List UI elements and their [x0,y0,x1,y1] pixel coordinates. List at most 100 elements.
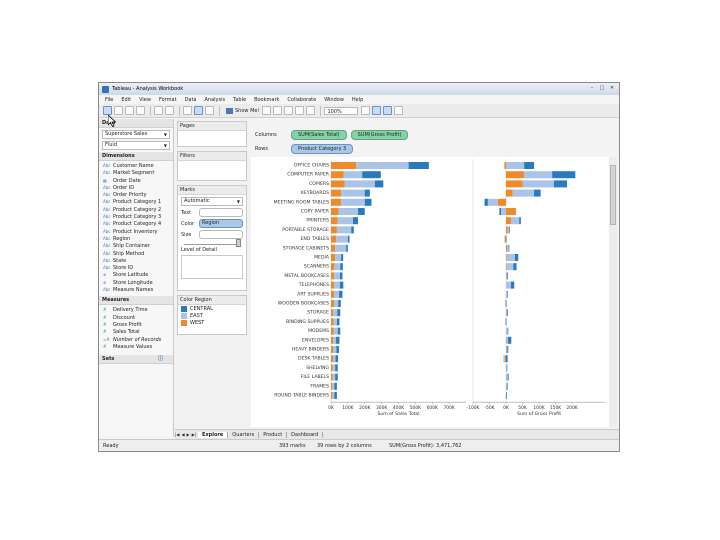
dimension-field[interactable]: Abc Region [103,235,169,242]
level-of-detail-drop-target[interactable] [181,255,243,279]
measure-field[interactable]: # Sales Total [103,328,169,335]
next-sheet-icon[interactable]: ▶ [187,432,190,437]
dimension-field[interactable]: ▦ Order Date [103,177,169,184]
rows-shelf[interactable]: Rows Product Category 3 [251,143,617,154]
measure-field[interactable]: # Measure Values [103,343,169,350]
last-sheet-icon[interactable]: ▶| [192,432,196,437]
measure-field[interactable]: # Discount [103,314,169,321]
minimize-icon[interactable]: – [588,85,596,92]
dimension-field[interactable]: Abc Product Category 4 [103,220,169,227]
connect-data-button[interactable] [154,106,163,115]
duplicate-sheet-button[interactable] [194,106,203,115]
zoom-tool-button[interactable] [394,106,404,115]
columns-shelf[interactable]: Columns SUM(Sales Total) SUM(Gross Profi… [251,129,617,140]
color-region-pill[interactable]: Region [199,219,243,228]
menu-data[interactable]: Data [185,97,197,103]
filters-shelf[interactable]: Filters [177,151,247,181]
menu-analysis[interactable]: Analysis [205,97,226,103]
status-bar: Ready 393 marks 39 rows by 2 columns SUM… [99,439,619,451]
mark-type-select[interactable]: Automatic ▼ [181,197,243,206]
menu-bookmark[interactable]: Bookmark [254,97,279,103]
maximize-icon[interactable]: □ [598,85,606,92]
menu-view[interactable]: View [139,97,151,103]
legend-item[interactable]: WEST [181,320,243,326]
scrollbar-thumb[interactable] [610,165,616,225]
fit-button[interactable] [361,106,371,115]
sum-gross-profit-pill[interactable]: SUM(Gross Profit) [350,129,409,140]
highlight-button[interactable] [306,106,316,115]
dimension-field[interactable]: Abc Customer Name [103,162,169,169]
dimension-field[interactable]: Abc Order ID [103,184,169,191]
slider-handle-icon[interactable] [236,239,241,247]
dimension-field[interactable]: ⊕ Store Latitude [103,271,169,278]
dimension-field[interactable]: Abc Measure Names [103,286,169,293]
viz-area: OFFICE CHAIRS COMPUTER PAPER COPIERS KEYBOA… [251,157,609,427]
show-me-button[interactable]: Show Me! [226,107,259,114]
dimension-field[interactable]: Abc Product Category 2 [103,206,169,213]
dimension-field[interactable]: Abc Ship Container [103,242,169,249]
sort-descending-button[interactable] [284,106,294,115]
bar-segment-west [331,180,345,188]
info-icon[interactable]: ⓘ [158,355,163,363]
menu-edit[interactable]: Edit [121,97,131,103]
menu-format[interactable]: Format [159,97,177,103]
tab-explore[interactable]: Explore [198,431,229,438]
legend-item[interactable]: CENTRAL [181,306,243,312]
new-worksheet-button[interactable] [183,106,192,115]
bar-segment-west [331,171,344,179]
measure-field[interactable]: # Gross Profit [103,321,169,328]
zoom-select[interactable]: 100% [324,106,359,115]
back-button[interactable] [114,106,123,115]
text-drop-target[interactable] [199,208,243,217]
close-icon[interactable]: ✕ [608,85,616,92]
presentation-mode-button[interactable] [383,106,393,115]
bar-segment-west [506,208,516,215]
vertical-scrollbar[interactable] [609,157,617,427]
dimension-field[interactable]: Abc State [103,257,169,264]
sort-ascending-button[interactable] [273,106,283,115]
measure-field[interactable]: =# Number of Records [103,336,169,343]
fit-width-button[interactable] [372,106,382,115]
dimension-field[interactable]: ⊕ Store Longitude [103,279,169,286]
swap-button[interactable] [262,106,272,115]
size-slider[interactable] [184,239,241,247]
bar-segment-central [508,244,510,252]
datasource-select[interactable]: Superstore Sales ▼ [102,130,170,139]
dimension-field[interactable]: Abc Ship Method [103,250,169,257]
bar-segment-central [552,171,576,179]
dimension-field[interactable]: Abc Product Category 1 [103,198,169,205]
category-label: METAL BOOKCASES [284,273,329,279]
tab-product[interactable]: Product [259,431,288,438]
tab-dashboard[interactable]: Dashboard [287,431,324,438]
new-sheet-button[interactable] [103,106,112,115]
save-button[interactable] [136,106,145,115]
pages-shelf[interactable]: Pages [177,121,247,147]
menu-collaborate[interactable]: Collaborate [287,97,316,103]
menu-table[interactable]: Table [233,97,246,103]
bar-segment-east [333,355,336,363]
product-category-3-pill[interactable]: Product Category 3 [291,143,354,154]
dimension-field[interactable]: Abc Product Category 3 [103,213,169,220]
bar-segment-central [364,189,370,197]
bar-segment-east [333,336,337,344]
menu-file[interactable]: File [105,97,113,103]
sum-sales-total-pill[interactable]: SUM(Sales Total) [291,129,347,140]
prev-sheet-icon[interactable]: ◀ [181,432,184,437]
dimension-field[interactable]: Abc Store ID [103,264,169,271]
tab-quarters[interactable]: Quarters [228,431,260,438]
text-field-icon: Abc [103,184,111,190]
measure-field[interactable]: # Delivery Time [103,306,169,313]
dimension-field[interactable]: Abc Product Inventory [103,228,169,235]
clear-sheet-button[interactable] [205,106,214,115]
forward-button[interactable] [125,106,134,115]
dimension-field[interactable]: Abc Order Priority [103,191,169,198]
dimension-field[interactable]: Abc Market Segment [103,169,169,176]
legend-item[interactable]: EAST [181,313,243,319]
menu-window[interactable]: Window [324,97,344,103]
menu-help[interactable]: Help [352,97,363,103]
view-mode-select[interactable]: Fluid ▼ [102,141,170,150]
size-drop-target[interactable] [199,230,243,239]
pause-updates-button[interactable] [165,106,174,115]
first-sheet-icon[interactable]: |◀ [175,432,179,437]
group-button[interactable] [295,106,305,115]
